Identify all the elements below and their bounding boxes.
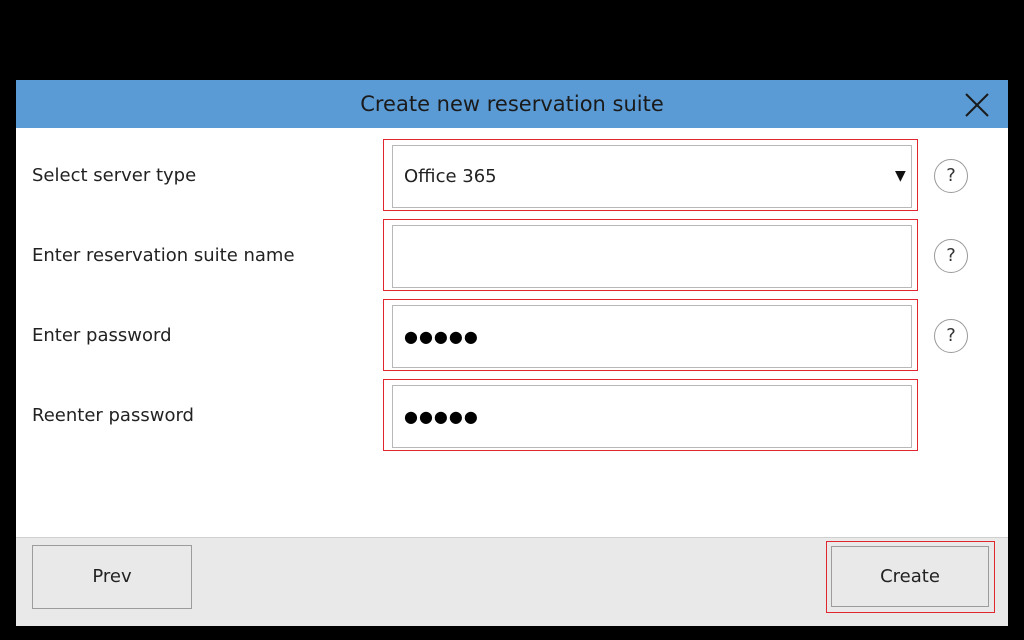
help-password-button[interactable]: ? xyxy=(934,319,968,353)
help-suite-name-button[interactable]: ? xyxy=(934,239,968,273)
server-type-label: Select server type xyxy=(32,165,197,186)
reenter-password-value: ●●●●● xyxy=(404,407,479,426)
server-type-select[interactable]: Office 365 ▼ xyxy=(392,145,912,208)
help-server-type-button[interactable]: ? xyxy=(934,159,968,193)
password-label: Enter password xyxy=(32,325,172,346)
server-type-value: Office 365 xyxy=(404,166,497,187)
create-button[interactable]: Create xyxy=(831,546,989,607)
dialog-titlebar: Create new reservation suite xyxy=(16,80,1008,128)
prev-button[interactable]: Prev xyxy=(32,545,192,609)
dialog-title: Create new reservation suite xyxy=(360,92,664,116)
suite-name-label: Enter reservation suite name xyxy=(32,245,295,266)
reenter-password-label: Reenter password xyxy=(32,405,194,426)
create-highlight: Create xyxy=(826,541,995,613)
password-highlight: ●●●●● xyxy=(383,299,918,371)
password-value: ●●●●● xyxy=(404,327,479,346)
password-input[interactable]: ●●●●● xyxy=(392,305,912,368)
close-icon[interactable] xyxy=(960,88,994,122)
create-reservation-suite-dialog: Create new reservation suite Select serv… xyxy=(16,80,1008,626)
reenter-password-input[interactable]: ●●●●● xyxy=(392,385,912,448)
suite-name-input[interactable] xyxy=(392,225,912,288)
dialog-footer: Prev Create xyxy=(16,537,1008,626)
chevron-down-icon[interactable]: ▼ xyxy=(895,146,906,207)
suite-name-highlight xyxy=(383,219,918,291)
server-type-highlight: Office 365 ▼ xyxy=(383,139,918,211)
reenter-password-highlight: ●●●●● xyxy=(383,379,918,451)
